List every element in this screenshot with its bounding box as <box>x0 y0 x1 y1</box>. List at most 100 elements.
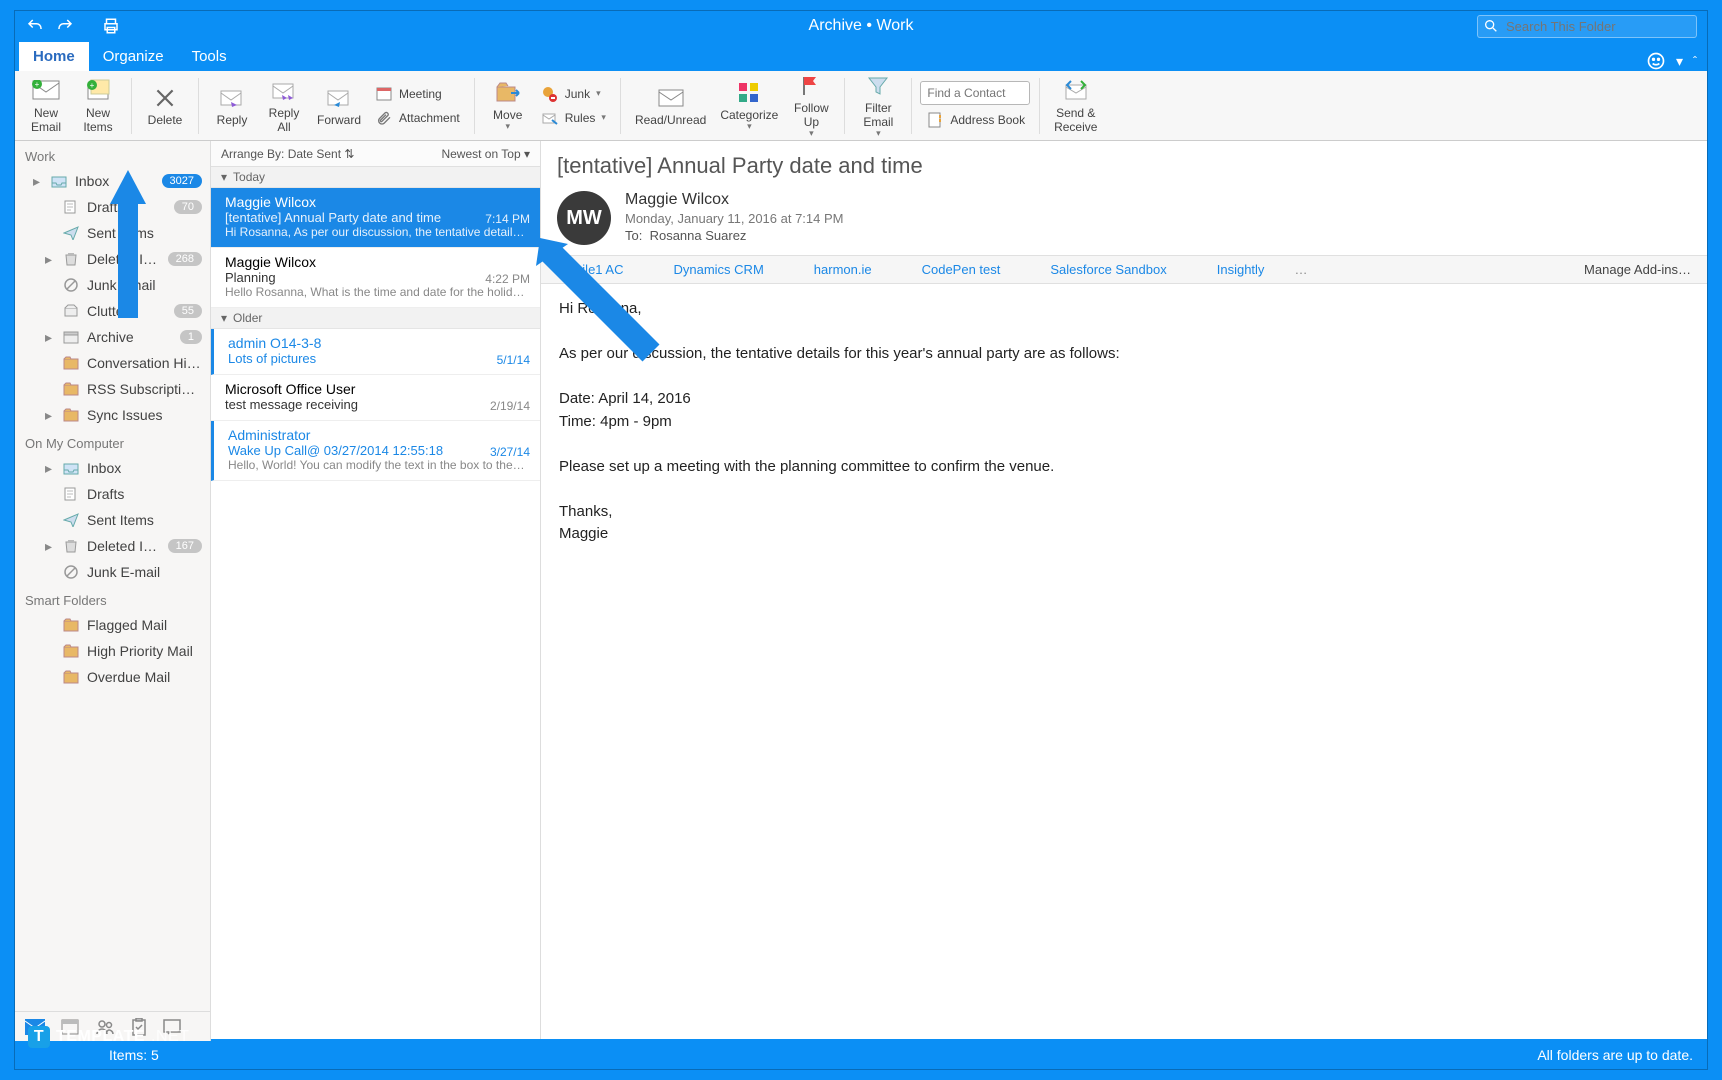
meeting-button[interactable]: Meeting <box>369 83 466 105</box>
reply-label: Reply <box>217 114 248 127</box>
folder-item[interactable]: ▸ Archive 1 <box>15 324 210 350</box>
categorize-button[interactable]: Categorize▾ <box>714 77 784 134</box>
folder-item[interactable]: Sent Items <box>15 507 210 533</box>
folder-item[interactable]: Junk E-mail <box>15 559 210 585</box>
account-header-work[interactable]: Work <box>15 141 210 168</box>
addin-link[interactable]: Insightly <box>1217 262 1265 277</box>
folder-badge: 55 <box>174 304 202 318</box>
addin-link[interactable]: Dynamics CRM <box>673 262 763 277</box>
tab-tools[interactable]: Tools <box>178 42 241 71</box>
arrange-by-button[interactable]: Arrange By: Date Sent ⇅ <box>221 147 354 161</box>
delete-button[interactable]: Delete <box>140 82 190 129</box>
folder-icon <box>62 563 80 581</box>
collapse-ribbon-icon[interactable]: ˆ <box>1693 54 1697 68</box>
folder-item[interactable]: ▸ Sync Issues <box>15 402 210 428</box>
sort-order-button[interactable]: Newest on Top ▾ <box>441 147 530 161</box>
addin-link[interactable]: harmon.ie <box>814 262 872 277</box>
junk-label: Junk <box>565 87 590 101</box>
move-button[interactable]: Move▾ <box>483 77 533 134</box>
folder-item[interactable]: Drafts <box>15 481 210 507</box>
message-time: 2/19/14 <box>490 399 530 413</box>
new-email-button[interactable]: + New Email <box>21 75 71 135</box>
read-unread-button[interactable]: Read/Unread <box>629 82 712 129</box>
new-email-label: New Email <box>31 107 61 133</box>
folder-item[interactable]: Overdue Mail <box>15 664 210 690</box>
reply-icon <box>218 84 246 112</box>
addin-link[interactable]: CodePen test <box>922 262 1001 277</box>
message-preview: Hi Rosanna, As per our discussion, the t… <box>225 225 530 239</box>
account-header-local[interactable]: On My Computer <box>15 428 210 455</box>
message-item[interactable]: admin O14-3-8 Lots of pictures 5/1/14 <box>211 329 540 375</box>
print-icon[interactable] <box>101 16 121 36</box>
smart-folders-header[interactable]: Smart Folders <box>15 585 210 612</box>
send-receive-button[interactable]: Send & Receive <box>1048 75 1103 135</box>
find-contact-input[interactable] <box>920 81 1030 105</box>
folder-name: RSS Subscriptions <box>87 381 202 397</box>
expand-arrow-icon: ▸ <box>45 251 55 268</box>
folder-pane: Work ▸ Inbox 3027 Drafts 70 Sent Items ▸… <box>15 141 211 1039</box>
chevron-up-down-icon: ⇅ <box>344 147 354 161</box>
tab-home[interactable]: Home <box>19 42 89 71</box>
folder-item[interactable]: Drafts 70 <box>15 194 210 220</box>
undo-icon[interactable] <box>25 16 45 36</box>
addins-more-button[interactable]: … <box>1294 262 1307 277</box>
folder-item[interactable]: RSS Subscriptions <box>15 376 210 402</box>
attachment-button[interactable]: Attachment <box>369 107 466 129</box>
rules-button[interactable]: Rules▾ <box>535 107 612 129</box>
folder-item[interactable]: Flagged Mail <box>15 612 210 638</box>
folder-item[interactable]: ▸ Inbox <box>15 455 210 481</box>
folder-item[interactable]: High Priority Mail <box>15 638 210 664</box>
tab-organize[interactable]: Organize <box>89 42 178 71</box>
manage-addins-button[interactable]: Manage Add-ins… <box>1584 262 1691 277</box>
folder-item[interactable]: ▸ Deleted Items 167 <box>15 533 210 559</box>
folder-item[interactable]: Junk Email <box>15 272 210 298</box>
address-book-button[interactable]: Address Book <box>920 109 1031 131</box>
folder-item[interactable]: ▸ Inbox 3027 <box>15 168 210 194</box>
forward-button[interactable]: Forward <box>311 82 367 129</box>
folder-item[interactable]: Conversation History <box>15 350 210 376</box>
search-input[interactable] <box>1477 15 1697 38</box>
follow-up-label: Follow Up <box>794 102 829 128</box>
message-item[interactable]: Maggie Wilcox Planning Hello Rosanna, Wh… <box>211 248 540 308</box>
addin-link[interactable]: Salesforce Sandbox <box>1050 262 1166 277</box>
follow-up-button[interactable]: Follow Up▾ <box>786 70 836 140</box>
folder-item[interactable]: Sent Items <box>15 220 210 246</box>
reply-button[interactable]: Reply <box>207 82 257 129</box>
folder-icon <box>62 276 80 294</box>
message-time: 7:14 PM <box>485 212 530 226</box>
message-item[interactable]: Maggie Wilcox [tentative] Annual Party d… <box>211 188 540 248</box>
calendar-icon <box>375 85 393 103</box>
folder-item[interactable]: ▸ Deleted Items 268 <box>15 246 210 272</box>
reading-pane: [tentative] Annual Party date and time M… <box>541 141 1707 1039</box>
meeting-label: Meeting <box>399 87 442 101</box>
message-sender: Administrator <box>228 427 530 443</box>
status-sync: All folders are up to date. <box>1537 1047 1693 1063</box>
avatar: MW <box>557 191 611 245</box>
new-items-icon: + <box>84 77 112 105</box>
message-item[interactable]: Administrator Wake Up Call@ 03/27/2014 1… <box>211 421 540 481</box>
message-item[interactable]: Microsoft Office User test message recei… <box>211 375 540 421</box>
folder-icon <box>62 328 80 346</box>
message-group-header[interactable]: ▾Today <box>211 167 540 188</box>
message-group-header[interactable]: ▾Older <box>211 308 540 329</box>
reply-all-button[interactable]: Reply All <box>259 75 309 135</box>
new-items-button[interactable]: + New Items <box>73 75 123 135</box>
folder-item[interactable]: Clutter 55 <box>15 298 210 324</box>
addins-bar: Mobile1 AC Dynamics CRM harmon.ie CodePen t… <box>541 255 1707 284</box>
filter-email-label: Filter Email <box>863 102 893 128</box>
status-items: Items: 5 <box>109 1047 159 1063</box>
folder-name: Sent Items <box>87 225 202 241</box>
reply-all-label: Reply All <box>269 107 300 133</box>
redo-icon[interactable] <box>55 16 75 36</box>
expand-arrow-icon: ▸ <box>45 407 55 424</box>
folder-icon <box>62 668 80 686</box>
filter-email-button[interactable]: Filter Email▾ <box>853 70 903 140</box>
folder-name: Flagged Mail <box>87 617 202 633</box>
watermark-net: .NET <box>151 1028 189 1046</box>
folder-icon <box>62 380 80 398</box>
message-sender: Maggie Wilcox <box>225 194 530 210</box>
reply-all-icon <box>270 77 298 105</box>
junk-button[interactable]: Junk▾ <box>535 83 612 105</box>
account-icon[interactable] <box>1646 51 1666 71</box>
addin-link[interactable]: Mobile1 AC <box>557 262 623 277</box>
